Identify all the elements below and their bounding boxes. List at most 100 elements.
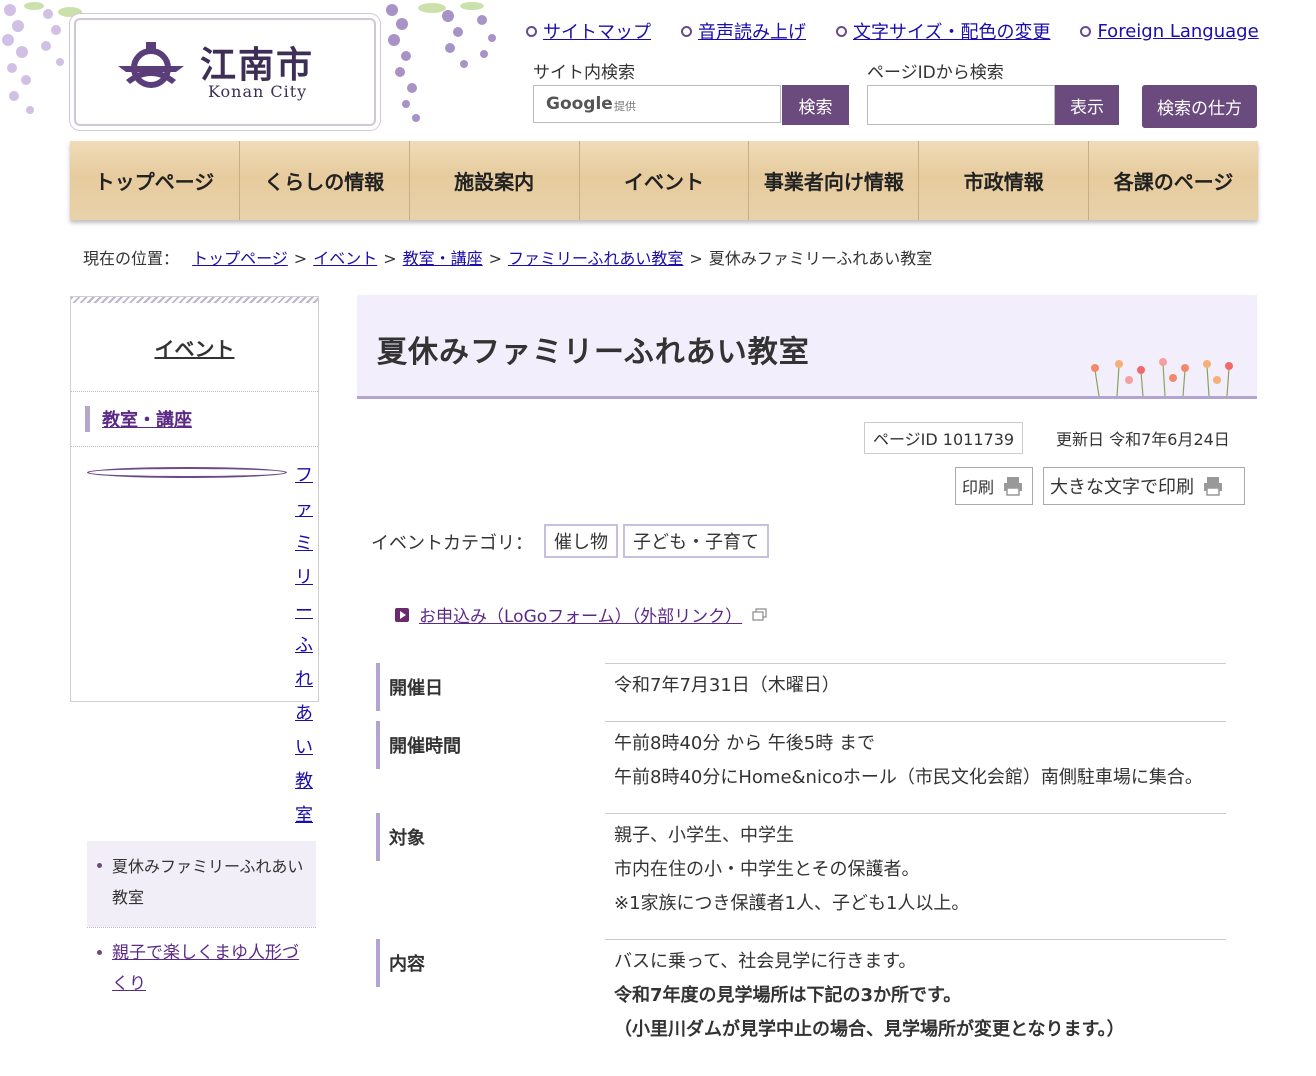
nav-business[interactable]: 事業者向け情報: [749, 141, 920, 220]
info-value: 令和7年7月31日（木曜日）: [614, 675, 840, 696]
info-value: 午前8時40分 から 午後5時 まで: [614, 733, 875, 754]
sidebar-subcategory-link[interactable]: ファミリーふれあい教室: [295, 459, 313, 833]
nav-living[interactable]: くらしの情報: [240, 141, 410, 220]
sidebar-item-current: 夏休みファミリーふれあい教室: [87, 841, 316, 927]
sidebar-heading-link[interactable]: イベント: [155, 333, 235, 362]
ring-bullet-icon: [681, 25, 692, 37]
info-row-time: 開催時間 午前8時40分 から 午後5時 まで 午前8時40分にHome&nic…: [376, 721, 1226, 813]
sidebar-heading[interactable]: イベント: [71, 303, 318, 392]
util-foreign[interactable]: Foreign Language: [1080, 18, 1259, 44]
google-logo: Google: [546, 94, 613, 114]
site-search-input[interactable]: Google 提供: [533, 85, 781, 123]
info-value: ※1家族につき保護者1人、子ども1人以上。: [614, 893, 970, 914]
page-title: 夏休みファミリーふれあい教室: [377, 335, 810, 370]
row-marker: [376, 721, 380, 769]
site-logo[interactable]: 江南市 Konan City: [74, 18, 376, 126]
title-band: 夏休みファミリーふれあい教室: [357, 295, 1257, 399]
breadcrumb-classes[interactable]: 教室・講座: [403, 249, 483, 268]
search-button[interactable]: 検索: [782, 85, 849, 125]
info-label: 対象: [389, 828, 425, 849]
site-header: 江南市 Konan City サイトマップ 音声読み上げ 文字サイズ・配色の変更…: [0, 0, 1316, 140]
logo-subtitle: Konan City: [208, 82, 308, 101]
logo-title: 江南市: [200, 44, 315, 86]
print-button[interactable]: 印刷: [955, 467, 1033, 505]
print-label: 印刷: [962, 478, 995, 497]
printer-icon: [1004, 477, 1023, 496]
util-textsize[interactable]: 文字サイズ・配色の変更: [836, 18, 1050, 44]
breadcrumb-current: 夏休みファミリーふれあい教室: [708, 249, 933, 268]
text-size-link[interactable]: 文字サイズ・配色の変更: [853, 18, 1050, 44]
dot-bullet-icon: [97, 950, 102, 955]
sidebar-item-other[interactable]: 親子で楽しくまゆ人形づくり: [87, 927, 316, 1006]
global-nav: トップページ くらしの情報 施設案内 イベント 事業者向け情報 市政情報 各課の…: [70, 141, 1258, 220]
nav-events[interactable]: イベント: [580, 141, 750, 220]
nav-facilities[interactable]: 施設案内: [410, 141, 580, 220]
page-id-badge: ページID 1011739: [864, 422, 1024, 454]
ring-bullet-icon: [836, 25, 847, 37]
nav-departments[interactable]: 各課のページ: [1089, 141, 1258, 220]
row-divider: [605, 813, 1226, 814]
sidebar-current-label: 夏休みファミリーふれあい教室: [112, 857, 304, 907]
category-tag-events[interactable]: 催し物: [544, 524, 618, 558]
nav-city-admin[interactable]: 市政情報: [919, 141, 1090, 220]
update-date: 更新日 令和7年6月24日: [1056, 430, 1230, 449]
external-link-icon: [752, 607, 767, 621]
ring-bullet-icon: [526, 25, 537, 37]
info-value: 市内在住の小・中学生とその保護者。: [614, 859, 920, 880]
breadcrumb-top[interactable]: トップページ: [192, 249, 288, 268]
breadcrumb-sep: >: [383, 249, 397, 268]
search-howto-button[interactable]: 検索の仕方: [1142, 85, 1257, 128]
info-value: 親子、小学生、中学生: [614, 825, 794, 846]
google-provided-label: 提供: [614, 100, 636, 113]
row-divider: [605, 721, 1226, 722]
site-search-label: サイト内検索: [533, 63, 635, 83]
sidebar-category[interactable]: 教室・講座: [71, 392, 318, 447]
sidebar: イベント 教室・講座 ファミリーふれあい教室 夏休みファミリーふれあい教室 親子…: [70, 296, 319, 994]
wisteria-decoration-right: [386, 2, 496, 122]
city-emblem-icon: [118, 42, 184, 88]
apply-link[interactable]: お申込み（LoGoフォーム）（外部リンク）: [395, 602, 768, 627]
info-value: 午前8時40分にHome&nicoホール（市民文化会館）南側駐車場に集合。: [614, 767, 1203, 788]
info-row-date: 開催日 令和7年7月31日（木曜日）: [376, 663, 1226, 721]
voice-reading-link[interactable]: 音声読み上げ: [698, 18, 806, 44]
ring-bullet-icon: [87, 467, 287, 478]
print-large-button[interactable]: 大きな文字で印刷: [1043, 467, 1245, 505]
show-button[interactable]: 表示: [1055, 85, 1119, 125]
util-sitemap[interactable]: サイトマップ: [526, 18, 651, 44]
row-divider: [605, 663, 1226, 664]
pageid-input[interactable]: [867, 85, 1055, 125]
breadcrumb-sep: >: [293, 249, 308, 268]
breadcrumb-sep: >: [488, 249, 503, 268]
event-category-label: イベントカテゴリ：: [371, 533, 533, 554]
breadcrumb-sep: >: [689, 249, 703, 268]
sidebar-category-link[interactable]: 教室・講座: [102, 406, 192, 432]
breadcrumb: 現在の位置： トップページ > イベント > 教室・講座 > ファミリーふれあい教室 > 夏休み…: [83, 245, 932, 269]
ring-bullet-icon: [1080, 25, 1092, 37]
sidebar-subcategory[interactable]: ファミリーふれあい教室: [71, 447, 318, 841]
breadcrumb-events[interactable]: イベント: [313, 249, 377, 268]
nav-top[interactable]: トップページ: [70, 141, 240, 220]
row-marker: [376, 813, 380, 861]
info-value-bold: 令和7年度の見学場所は下記の3か所です。: [614, 985, 962, 1006]
info-row-target: 対象 親子、小学生、中学生 市内在住の小・中学生とその保護者。 ※1家族につき保…: [376, 813, 1226, 939]
category-marker: [85, 406, 90, 432]
category-tag-childcare[interactable]: 子ども・子育て: [623, 524, 769, 558]
dot-bullet-icon: [97, 863, 102, 868]
sitemap-link[interactable]: サイトマップ: [543, 18, 651, 44]
foreign-language-link[interactable]: Foreign Language: [1097, 21, 1258, 42]
flowers-decoration-icon: [1091, 358, 1233, 396]
info-label: 開催時間: [389, 736, 461, 757]
print-large-label: 大きな文字で印刷: [1050, 477, 1194, 498]
apply-form-link[interactable]: お申込み（LoGoフォーム）（外部リンク）: [419, 602, 742, 627]
row-marker: [376, 939, 380, 987]
info-row-content: 内容 バスに乗って、社会見学に行きます。 令和7年度の見学場所は下記の3か所です…: [376, 939, 1226, 1059]
info-value-bold: （小里川ダムが見学中止の場合、見学場所が変更となります。）: [614, 1019, 1125, 1040]
utility-links: サイトマップ 音声読み上げ 文字サイズ・配色の変更 Foreign Langua…: [526, 18, 1259, 44]
printer-icon: [1204, 477, 1222, 496]
row-marker: [376, 663, 380, 711]
sidebar-other-link[interactable]: 親子で楽しくまゆ人形づくり: [112, 938, 308, 1000]
play-arrow-icon: [395, 607, 409, 622]
breadcrumb-prefix: 現在の位置：: [83, 249, 180, 268]
breadcrumb-family-class[interactable]: ファミリーふれあい教室: [508, 249, 683, 268]
util-voice[interactable]: 音声読み上げ: [681, 18, 806, 44]
